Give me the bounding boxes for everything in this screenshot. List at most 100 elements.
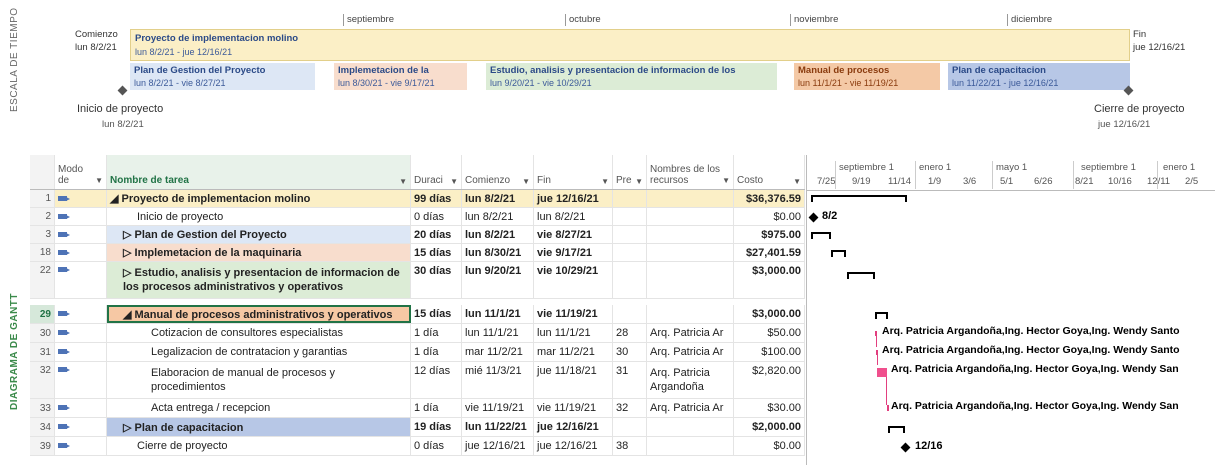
task-name-cell[interactable]: ▷ Plan de capacitacion bbox=[107, 418, 411, 436]
chevron-down-icon[interactable]: ▼ bbox=[601, 177, 609, 186]
timeline-project-bar[interactable]: Proyecto de implementacion molino lun 8/… bbox=[130, 29, 1130, 61]
predecessors-cell[interactable] bbox=[613, 418, 647, 436]
finish-cell[interactable]: jue 12/16/21 bbox=[534, 437, 613, 455]
duration-cell[interactable]: 20 días bbox=[411, 226, 462, 243]
timeline-milestone-end-diamond[interactable] bbox=[1123, 85, 1134, 96]
table-row[interactable]: 1 ◢ Proyecto de implementacion molino 99… bbox=[30, 190, 805, 208]
task-name-cell[interactable]: ▷ Estudio, analisis y presentacion de in… bbox=[107, 262, 411, 298]
header-predecessors[interactable]: Pre ▼ bbox=[613, 155, 647, 189]
cost-cell[interactable]: $0.00 bbox=[734, 208, 805, 225]
predecessors-cell[interactable] bbox=[613, 244, 647, 261]
gantt-milestone-end[interactable] bbox=[900, 442, 911, 453]
duration-cell[interactable]: 12 días bbox=[411, 362, 462, 398]
finish-cell[interactable]: jue 12/16/21 bbox=[534, 418, 613, 436]
timeline-phase-capacitacion[interactable]: Plan de capacitacion lun 11/22/21 - jue … bbox=[948, 63, 1130, 90]
task-name-cell[interactable]: ▷ Implemetacion de la maquinaria bbox=[107, 244, 411, 261]
predecessors-cell[interactable]: 32 bbox=[613, 399, 647, 417]
start-cell[interactable]: mar 11/2/21 bbox=[462, 343, 534, 361]
table-row[interactable]: 3 ▷ Plan de Gestion del Proyecto 20 días… bbox=[30, 226, 805, 244]
cost-cell[interactable]: $3,000.00 bbox=[734, 305, 805, 323]
predecessors-cell[interactable]: 38 bbox=[613, 437, 647, 455]
cost-cell[interactable]: $36,376.59 bbox=[734, 190, 805, 207]
resources-cell[interactable] bbox=[647, 208, 734, 225]
task-mode-cell[interactable] bbox=[55, 208, 107, 225]
duration-cell[interactable]: 1 día bbox=[411, 324, 462, 342]
header-resources[interactable]: Nombres de los recursos ▼ bbox=[647, 155, 734, 189]
task-mode-cell[interactable] bbox=[55, 437, 107, 455]
task-mode-cell[interactable] bbox=[55, 305, 107, 323]
task-name-cell[interactable]: ◢ Proyecto de implementacion molino bbox=[107, 190, 411, 207]
resources-cell[interactable]: Arq. Patricia Ar bbox=[647, 343, 734, 361]
task-name-cell[interactable]: Elaboracion de manual de procesos y proc… bbox=[107, 362, 411, 398]
finish-cell[interactable]: vie 11/19/21 bbox=[534, 399, 613, 417]
task-name-cell[interactable]: Legalizacion de contratacion y garantias bbox=[107, 343, 411, 361]
predecessors-cell[interactable] bbox=[613, 190, 647, 207]
resources-cell[interactable] bbox=[647, 190, 734, 207]
header-duration[interactable]: Duraci ▼ bbox=[411, 155, 462, 189]
predecessors-cell[interactable]: 28 bbox=[613, 324, 647, 342]
start-cell[interactable]: lun 11/1/21 bbox=[462, 324, 534, 342]
chevron-down-icon[interactable]: ▼ bbox=[635, 177, 643, 186]
chevron-down-icon[interactable]: ▼ bbox=[522, 177, 530, 186]
task-name-cell[interactable]: ◢ Manual de procesos administrativos y o… bbox=[107, 305, 411, 323]
task-name-cell[interactable]: Acta entrega / recepcion bbox=[107, 399, 411, 417]
resources-cell[interactable]: Arq. Patricia Argandoña bbox=[647, 362, 734, 398]
start-cell[interactable]: mié 11/3/21 bbox=[462, 362, 534, 398]
start-cell[interactable]: lun 11/1/21 bbox=[462, 305, 534, 323]
start-cell[interactable]: lun 11/22/21 bbox=[462, 418, 534, 436]
chevron-down-icon[interactable]: ▼ bbox=[399, 177, 407, 186]
duration-cell[interactable]: 99 días bbox=[411, 190, 462, 207]
finish-cell[interactable]: lun 11/1/21 bbox=[534, 324, 613, 342]
start-cell[interactable]: lun 9/20/21 bbox=[462, 262, 534, 298]
finish-cell[interactable]: lun 8/2/21 bbox=[534, 208, 613, 225]
cost-cell[interactable]: $0.00 bbox=[734, 437, 805, 455]
duration-cell[interactable]: 19 días bbox=[411, 418, 462, 436]
start-cell[interactable]: lun 8/2/21 bbox=[462, 226, 534, 243]
table-row[interactable]: 29 ◢ Manual de procesos administrativos … bbox=[30, 305, 805, 324]
table-row[interactable]: 30 Cotizacion de consultores especialist… bbox=[30, 324, 805, 343]
resources-cell[interactable]: Arq. Patricia Ar bbox=[647, 324, 734, 342]
chevron-down-icon[interactable]: ▼ bbox=[722, 175, 730, 186]
timeline-phase-implementacion[interactable]: Implemetacion de la lun 8/30/21 - vie 9/… bbox=[334, 63, 467, 90]
timeline-phase-estudio[interactable]: Estudio, analisis y presentacion de info… bbox=[486, 63, 777, 90]
task-name-cell[interactable]: Cierre de proyecto bbox=[107, 437, 411, 455]
timeline-phase-plan-gestion[interactable]: Plan de Gestion del Proyecto lun 8/2/21 … bbox=[130, 63, 315, 90]
task-mode-cell[interactable] bbox=[55, 190, 107, 207]
finish-cell[interactable]: vie 9/17/21 bbox=[534, 244, 613, 261]
duration-cell[interactable]: 1 día bbox=[411, 343, 462, 361]
gantt-task-bar[interactable] bbox=[887, 405, 889, 411]
resources-cell[interactable] bbox=[647, 437, 734, 455]
task-mode-cell[interactable] bbox=[55, 226, 107, 243]
cost-cell[interactable]: $975.00 bbox=[734, 226, 805, 243]
task-mode-cell[interactable] bbox=[55, 244, 107, 261]
gantt-summary-bar[interactable] bbox=[847, 272, 875, 274]
predecessors-cell[interactable] bbox=[613, 208, 647, 225]
table-row[interactable]: 18 ▷ Implemetacion de la maquinaria 15 d… bbox=[30, 244, 805, 262]
table-row[interactable]: 33 Acta entrega / recepcion 1 día vie 11… bbox=[30, 399, 805, 418]
header-cost[interactable]: Costo ▼ bbox=[734, 155, 805, 189]
duration-cell[interactable]: 1 día bbox=[411, 399, 462, 417]
gantt-milestone-start[interactable] bbox=[808, 212, 819, 223]
start-cell[interactable]: jue 12/16/21 bbox=[462, 437, 534, 455]
predecessors-cell[interactable]: 31 bbox=[613, 362, 647, 398]
chevron-down-icon[interactable]: ▼ bbox=[450, 177, 458, 186]
start-cell[interactable]: lun 8/30/21 bbox=[462, 244, 534, 261]
chevron-down-icon[interactable]: ▼ bbox=[95, 175, 103, 186]
start-cell[interactable]: lun 8/2/21 bbox=[462, 208, 534, 225]
gantt-chart[interactable]: septiembre 1 enero 1 mayo 1 septiembre 1… bbox=[806, 155, 1215, 465]
start-cell[interactable]: lun 8/2/21 bbox=[462, 190, 534, 207]
finish-cell[interactable]: vie 11/19/21 bbox=[534, 305, 613, 323]
task-name-cell[interactable]: Inicio de proyecto bbox=[107, 208, 411, 225]
predecessors-cell[interactable] bbox=[613, 305, 647, 323]
chevron-down-icon[interactable]: ▼ bbox=[793, 177, 801, 186]
header-mode[interactable]: Modo de ▼ bbox=[55, 155, 107, 189]
cost-cell[interactable]: $3,000.00 bbox=[734, 262, 805, 298]
resources-cell[interactable] bbox=[647, 244, 734, 261]
header-finish[interactable]: Fin ▼ bbox=[534, 155, 613, 189]
header-task-name[interactable]: Nombre de tarea ▼ bbox=[107, 155, 411, 189]
task-name-cell[interactable]: Cotizacion de consultores especialistas bbox=[107, 324, 411, 342]
duration-cell[interactable]: 0 días bbox=[411, 208, 462, 225]
start-cell[interactable]: vie 11/19/21 bbox=[462, 399, 534, 417]
task-mode-cell[interactable] bbox=[55, 343, 107, 361]
gantt-summary-bar[interactable] bbox=[811, 195, 907, 197]
